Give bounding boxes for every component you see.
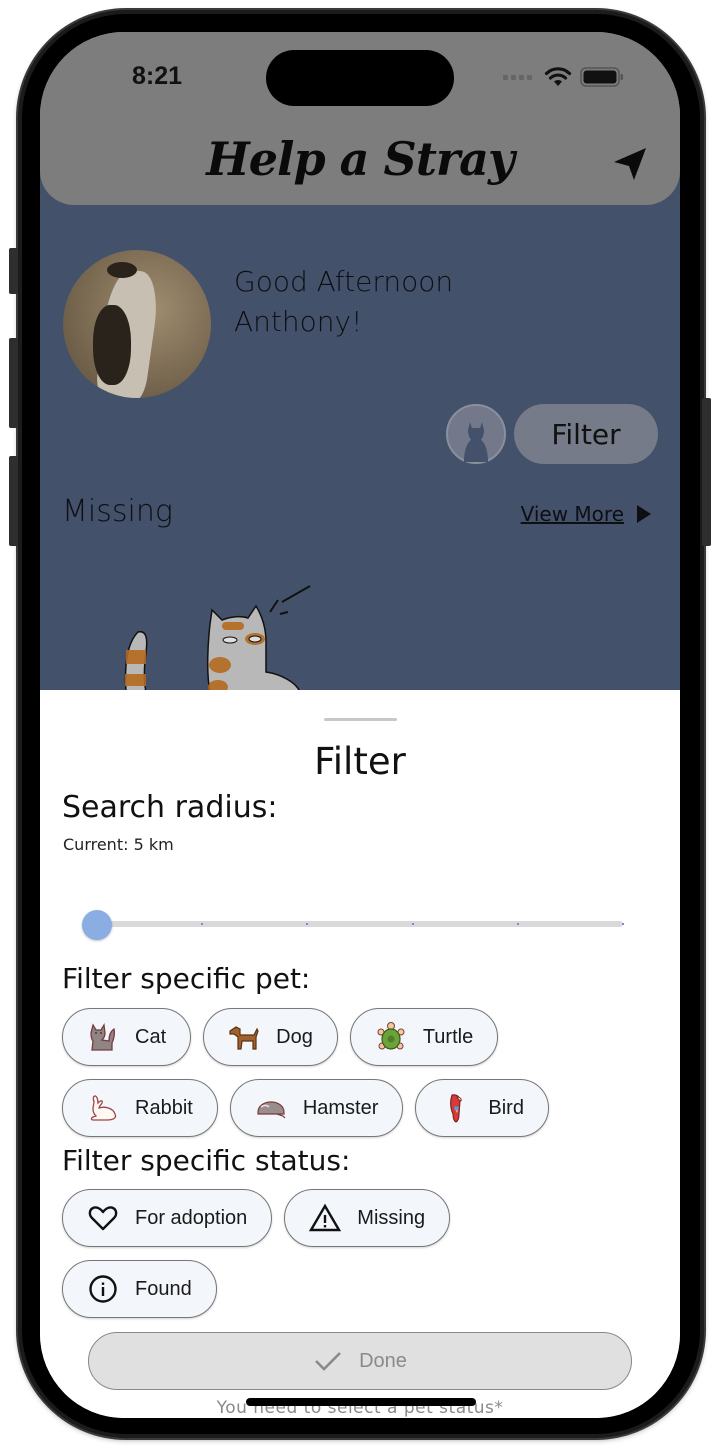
done-button[interactable]: Done: [88, 1332, 632, 1390]
pet-chip-row: Cat Dog Turtle: [62, 1008, 499, 1066]
slider-thumb[interactable]: [82, 910, 112, 940]
info-icon: [87, 1273, 119, 1305]
view-more-link[interactable]: View More: [521, 502, 652, 526]
slider-tick: [411, 923, 414, 925]
view-more-label: View More: [520, 502, 624, 526]
app-bar: 8:21 Help a Stray: [40, 32, 680, 205]
screen: 8:21 Help a Stray Good Afternoon Anthony…: [40, 32, 680, 1418]
pet-chip-label: Dog: [276, 1025, 313, 1048]
slider-tick: [201, 923, 204, 925]
missing-section-title: Missing: [62, 494, 173, 529]
cat-icon: [87, 1021, 119, 1053]
slider-tick: [516, 923, 519, 925]
current-radius-label: Current: 5 km: [63, 835, 174, 854]
volume-down-button: [9, 456, 18, 546]
pet-chip-label: Hamster: [302, 1096, 379, 1119]
search-radius-label: Search radius:: [62, 790, 278, 825]
pet-chip-turtle[interactable]: Turtle: [349, 1008, 499, 1066]
home-indicator[interactable]: [246, 1398, 476, 1406]
turtle-icon: [375, 1021, 407, 1053]
pet-filter-label: Filter specific pet:: [62, 962, 311, 995]
status-chip-for-adoption[interactable]: For adoption: [62, 1189, 273, 1247]
pet-chip-label: Cat: [135, 1025, 167, 1048]
pet-chip-dog[interactable]: Dog: [203, 1008, 338, 1066]
pet-chip-cat[interactable]: Cat: [62, 1008, 192, 1066]
pet-chip-label: Turtle: [422, 1025, 474, 1048]
slider-tick: [306, 923, 309, 925]
status-chip-missing[interactable]: Missing: [284, 1189, 451, 1247]
hamster-icon: [255, 1092, 287, 1124]
status-chip-row: Found: [62, 1260, 217, 1318]
pet-chip-row: Rabbit Hamster Bird: [62, 1079, 549, 1137]
cat-profile-button[interactable]: [446, 404, 506, 464]
sheet-drag-handle[interactable]: [324, 718, 397, 721]
sheet-title: Filter: [314, 740, 406, 783]
pet-chip-label: Rabbit: [135, 1096, 193, 1119]
app-title: Help a Stray: [206, 132, 514, 186]
silent-switch: [9, 248, 18, 294]
cellular-signal-icon: [503, 74, 532, 80]
filter-bottom-sheet: Filter Search radius: Current: 5 km Filt…: [40, 690, 680, 1418]
status-icons: [503, 66, 624, 88]
rabbit-icon: [87, 1092, 119, 1124]
warning-icon: [309, 1202, 342, 1234]
play-arrow-icon: [637, 505, 651, 523]
battery-icon: [580, 67, 623, 87]
greeting-line-2: Anthony!: [234, 305, 363, 338]
greeting: Good Afternoon Anthony!: [234, 262, 453, 342]
pet-chip-bird[interactable]: Bird: [415, 1079, 549, 1137]
power-button: [702, 398, 711, 546]
dog-icon: [228, 1021, 260, 1053]
status-chip-label: Missing: [357, 1206, 426, 1229]
greeting-line-1: Good Afternoon: [234, 265, 454, 298]
heart-icon: [87, 1202, 119, 1234]
filter-button[interactable]: Filter: [514, 404, 658, 464]
slider-tick: [622, 923, 624, 925]
status-chip-label: Found: [135, 1277, 192, 1300]
volume-up-button: [9, 338, 18, 428]
avatar[interactable]: [63, 250, 211, 398]
home-background: 8:21 Help a Stray Good Afternoon Anthony…: [40, 32, 680, 692]
status-chip-found[interactable]: Found: [62, 1260, 217, 1318]
check-icon: [315, 1352, 342, 1371]
wifi-icon: [544, 67, 572, 86]
slider-track[interactable]: [97, 921, 623, 927]
status-chip-label: For adoption: [135, 1206, 248, 1229]
search-radius-slider[interactable]: [82, 910, 624, 940]
pet-chip-label: Bird: [488, 1096, 524, 1119]
status-filter-label: Filter specific status:: [62, 1144, 351, 1177]
cat-illustration: [124, 585, 311, 692]
status-chip-row: For adoption Missing: [62, 1189, 451, 1247]
done-label: Done: [359, 1349, 407, 1372]
dynamic-island: [266, 50, 454, 106]
parrot-icon: [440, 1092, 472, 1124]
send-icon[interactable]: [610, 144, 650, 184]
pet-chip-rabbit[interactable]: Rabbit: [62, 1079, 218, 1137]
status-time: 8:21: [132, 62, 183, 90]
pet-chip-hamster[interactable]: Hamster: [229, 1079, 404, 1137]
cat-silhouette-icon: [464, 422, 488, 462]
